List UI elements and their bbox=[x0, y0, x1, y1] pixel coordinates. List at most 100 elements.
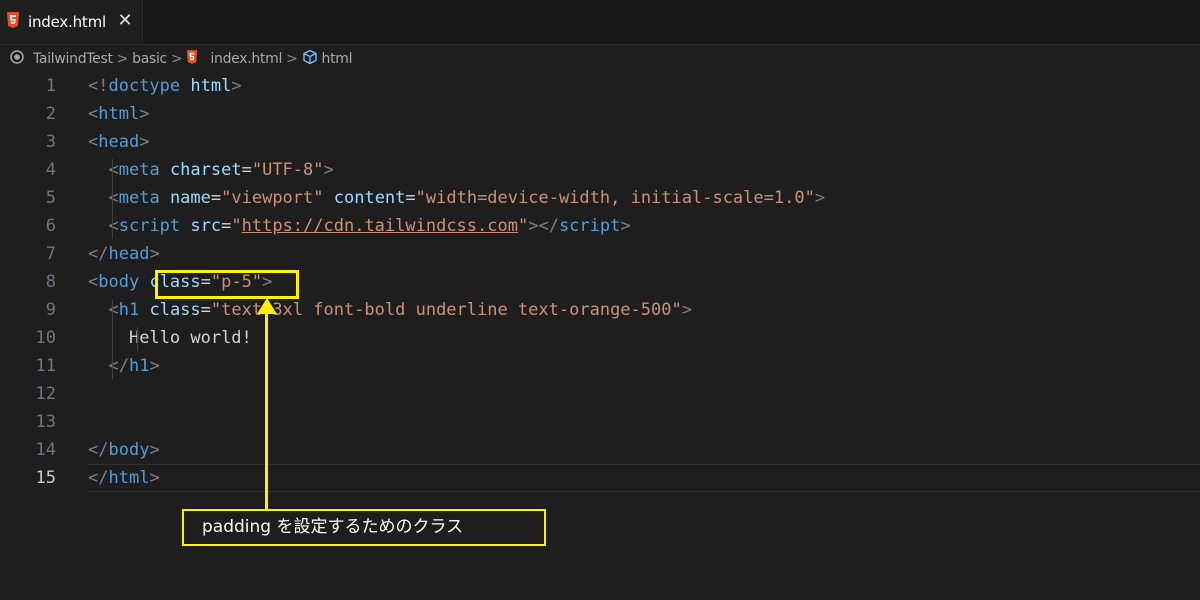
code-token: < bbox=[108, 300, 119, 320]
code-line[interactable]: 2 <html> bbox=[0, 100, 1200, 128]
line-number: 12 bbox=[35, 384, 56, 404]
code-line[interactable]: 13 bbox=[0, 408, 1200, 436]
line-number: 4 bbox=[45, 160, 56, 180]
code-token: </ bbox=[88, 440, 109, 460]
code-token: https://cdn.tailwindcss.com bbox=[241, 216, 518, 236]
code-token: </ bbox=[88, 244, 109, 264]
code-text: </h1> bbox=[88, 352, 160, 380]
code-token: head bbox=[108, 244, 150, 264]
code-token: html bbox=[98, 104, 140, 124]
html5-icon bbox=[6, 12, 20, 32]
code-token: < bbox=[108, 216, 119, 236]
code-line[interactable]: 3 <head> bbox=[0, 128, 1200, 156]
code-token: meta bbox=[118, 160, 160, 180]
breadcrumb-item-basic[interactable]: basic bbox=[132, 51, 167, 67]
code-token: head bbox=[98, 132, 140, 152]
line-number: 6 bbox=[45, 216, 56, 236]
code-text: <meta name="viewport" content="width=dev… bbox=[88, 184, 825, 212]
code-line[interactable]: 5 <meta name="viewport" content="width=d… bbox=[0, 184, 1200, 212]
code-token: " bbox=[231, 216, 242, 236]
code-token: ></ bbox=[528, 216, 559, 236]
tab-label: index.html bbox=[28, 13, 106, 31]
code-token: = bbox=[221, 216, 232, 236]
code-token: src bbox=[190, 216, 222, 236]
arrow-line bbox=[265, 312, 268, 510]
breadcrumb-item-index-html[interactable]: index.html bbox=[186, 50, 282, 68]
line-number: 13 bbox=[35, 412, 56, 432]
code-token: "UTF-8" bbox=[251, 160, 324, 180]
code-token: > bbox=[149, 244, 160, 264]
indent-guide bbox=[137, 327, 138, 351]
line-number: 11 bbox=[35, 356, 56, 376]
code-token: > bbox=[620, 216, 631, 236]
code-token: < bbox=[108, 188, 119, 208]
line-number: 2 bbox=[45, 104, 56, 124]
code-token: script bbox=[558, 216, 621, 236]
breadcrumb-item-html[interactable]: html bbox=[302, 49, 353, 69]
code-line[interactable]: 12 bbox=[0, 380, 1200, 408]
code-text: <!doctype html> bbox=[88, 72, 242, 100]
code-line[interactable]: 11 </h1> bbox=[0, 352, 1200, 380]
breadcrumb-separator: > bbox=[116, 51, 129, 67]
code-line[interactable]: 10 Hello world! bbox=[0, 324, 1200, 352]
code-text: </head> bbox=[88, 240, 160, 268]
target-icon bbox=[10, 50, 24, 68]
code-token: content bbox=[333, 188, 406, 208]
indent-guide bbox=[112, 159, 113, 239]
breadcrumb-label: index.html bbox=[210, 51, 283, 67]
code-line[interactable]: 6 <script src="https://cdn.tailwindcss.c… bbox=[0, 212, 1200, 240]
breadcrumb: TailwindTest > basic > index.html > html bbox=[0, 45, 1200, 73]
code-text: </body> bbox=[88, 436, 160, 464]
tab-index-html[interactable]: index.html ✕ bbox=[0, 0, 143, 44]
code-line[interactable]: 7 </head> bbox=[0, 240, 1200, 268]
code-text: <script src="https://cdn.tailwindcss.com… bbox=[88, 212, 631, 240]
code-text: <h1 class="text-3xl font-bold underline … bbox=[88, 296, 691, 324]
code-token: Hello world! bbox=[128, 328, 252, 348]
line-number: 15 bbox=[35, 468, 56, 488]
code-token: = bbox=[210, 188, 222, 208]
code-token: meta bbox=[118, 188, 160, 208]
breadcrumb-label: basic bbox=[132, 51, 167, 67]
code-token: h1 bbox=[118, 300, 140, 320]
code-line[interactable]: 1 <!doctype html> bbox=[0, 72, 1200, 100]
close-icon[interactable]: ✕ bbox=[117, 10, 133, 32]
code-token: < bbox=[88, 272, 99, 292]
code-token: > bbox=[149, 440, 160, 460]
code-line[interactable]: 9 <h1 class="text-3xl font-bold underlin… bbox=[0, 296, 1200, 324]
highlight-box bbox=[155, 270, 299, 299]
code-token: > bbox=[814, 188, 826, 208]
breadcrumb-item-tailwindtest[interactable]: TailwindTest bbox=[10, 50, 113, 68]
code-token: body bbox=[108, 440, 150, 460]
code-token: > bbox=[149, 356, 160, 376]
code-token: > bbox=[323, 160, 334, 180]
breadcrumb-label: html bbox=[321, 51, 353, 67]
breadcrumb-separator: > bbox=[170, 51, 183, 67]
current-line-highlight bbox=[88, 464, 1200, 492]
code-token: html bbox=[190, 76, 232, 96]
code-token: < bbox=[88, 104, 99, 124]
code-token: script bbox=[118, 216, 181, 236]
line-number: 9 bbox=[45, 300, 56, 320]
line-number: 1 bbox=[45, 76, 56, 96]
code-token: name bbox=[169, 188, 211, 208]
code-text: <head> bbox=[88, 128, 149, 156]
code-token: h1 bbox=[128, 356, 150, 376]
cube-icon bbox=[302, 49, 318, 69]
code-token: > bbox=[139, 104, 150, 124]
code-token: = bbox=[200, 300, 211, 320]
code-text: <meta charset="UTF-8"> bbox=[88, 156, 334, 184]
code-token: "text-3xl font-bold underline text-orang… bbox=[210, 300, 682, 320]
line-number: 8 bbox=[45, 272, 56, 292]
code-line[interactable]: 4 <meta charset="UTF-8"> bbox=[0, 156, 1200, 184]
line-number: 7 bbox=[45, 244, 56, 264]
code-line[interactable]: 14 </body> bbox=[0, 436, 1200, 464]
